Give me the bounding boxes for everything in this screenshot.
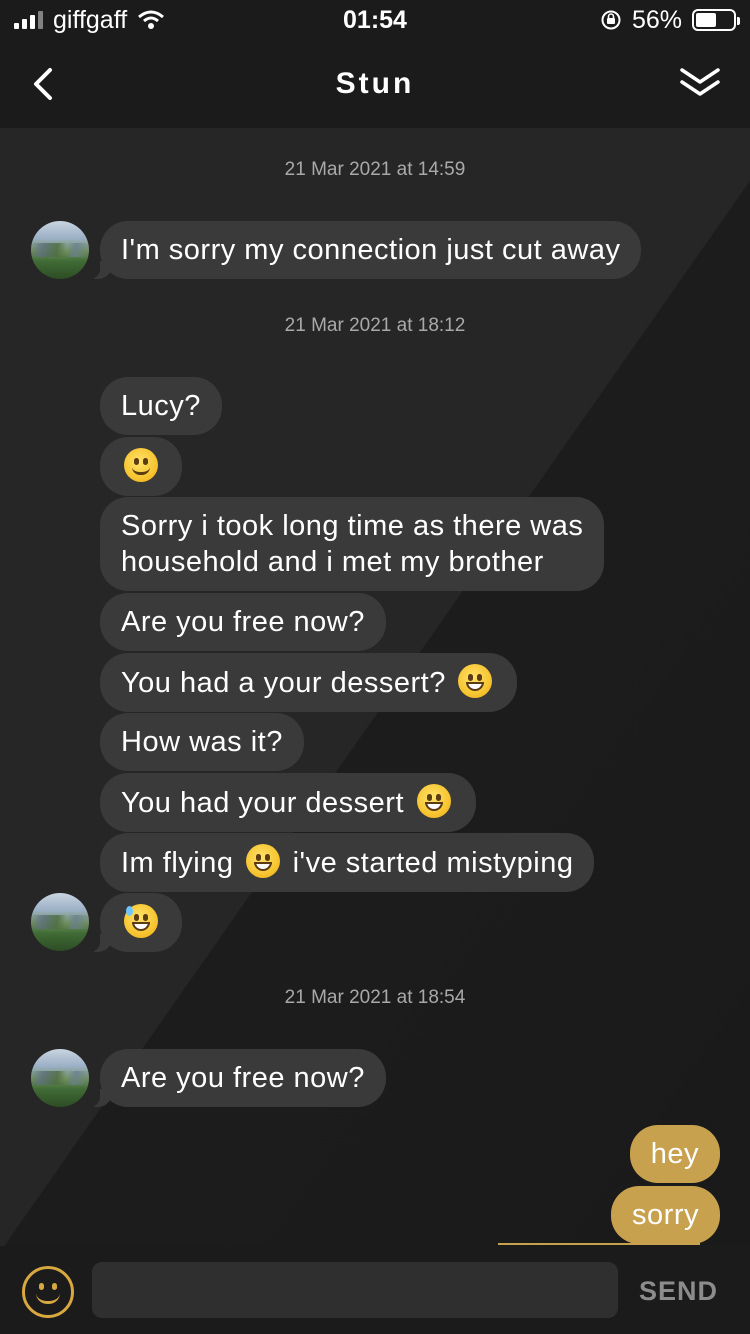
message-line: Sorry i took long time as there was — [121, 510, 584, 542]
sweat-smile-emoji-icon — [124, 904, 158, 938]
conversation-title: Stun — [335, 67, 415, 100]
incoming-message[interactable]: I'm sorry my connection just cut away — [87, 221, 642, 279]
signal-icon — [14, 11, 43, 29]
status-right: 56% — [600, 5, 740, 35]
timestamp: 21 Mar 2021 at 18:54 — [284, 987, 466, 1008]
back-icon[interactable] — [22, 62, 66, 106]
status-left: giffgaff — [14, 6, 165, 35]
chat-screen: giffgaff 01:54 56% Stun 21 Mar 2021 at 1… — [0, 0, 750, 1334]
incoming-message[interactable]: How was it? — [100, 713, 304, 771]
incoming-message[interactable]: Sorry i took long time as there was hous… — [100, 497, 605, 591]
grin-emoji-icon — [458, 664, 493, 698]
wifi-icon — [138, 10, 165, 29]
tears-of-joy-emoji-icon — [246, 844, 281, 878]
incoming-message[interactable]: You had a your dessert? — [100, 653, 518, 712]
composer-bar: SEND — [0, 1246, 750, 1334]
rotation-lock-icon — [601, 10, 621, 30]
incoming-message[interactable] — [100, 437, 182, 496]
double-chevron-down-icon[interactable] — [678, 64, 722, 104]
typing-indicator-line — [498, 1243, 700, 1245]
battery-icon — [692, 9, 740, 31]
incoming-message[interactable]: Are you free now? — [88, 1049, 386, 1107]
slight-smile-emoji-icon — [124, 448, 158, 482]
send-button[interactable]: SEND — [639, 1276, 718, 1307]
incoming-message[interactable] — [88, 893, 182, 952]
timestamp: 21 Mar 2021 at 18:12 — [284, 315, 466, 336]
avatar[interactable] — [31, 893, 89, 951]
message-input[interactable] — [92, 1262, 618, 1318]
message-line: household and i met my brother — [121, 546, 544, 578]
status-bar: giffgaff 01:54 56% — [0, 0, 750, 40]
avatar[interactable] — [31, 221, 89, 279]
outgoing-message[interactable]: hey — [629, 1125, 720, 1183]
timestamp: 21 Mar 2021 at 14:59 — [284, 159, 466, 180]
message-text: Im flying — [121, 847, 234, 879]
message-text: i've started mistyping — [292, 847, 574, 879]
outgoing-message[interactable]: sorry — [611, 1186, 720, 1244]
nav-bar: Stun — [0, 40, 750, 128]
grin-emoji-icon — [416, 784, 451, 818]
incoming-message[interactable]: You had your dessert — [100, 773, 476, 832]
message-list[interactable]: 21 Mar 2021 at 14:59 I'm sorry my connec… — [0, 128, 750, 1246]
avatar[interactable] — [31, 1049, 89, 1107]
emoji-picker-icon[interactable] — [22, 1266, 74, 1318]
carrier-name: giffgaff — [53, 5, 128, 34]
message-text: You had your dessert — [121, 787, 405, 819]
incoming-message[interactable]: Lucy? — [100, 377, 222, 435]
message-text: You had a your dessert? — [121, 667, 446, 699]
incoming-message[interactable]: Im flying i've started mistyping — [100, 833, 595, 892]
incoming-message[interactable]: Are you free now? — [100, 593, 386, 651]
battery-percent: 56% — [631, 5, 682, 34]
